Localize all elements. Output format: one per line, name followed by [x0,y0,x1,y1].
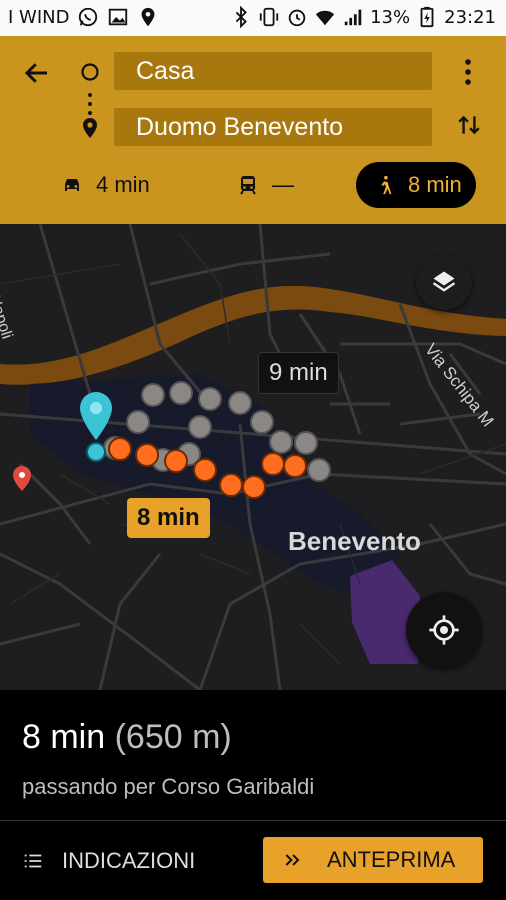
destination-input[interactable]: Duomo Benevento [114,108,432,146]
location-icon [142,7,155,27]
bluetooth-icon [235,6,247,28]
walk-icon [381,175,392,195]
route-summary: 8 min (650 m) [22,718,232,757]
image-icon [109,8,128,26]
preview-button-label: ANTEPRIMA [327,847,456,872]
mode-transit[interactable]: — [236,162,294,208]
preview-button[interactable]: ANTEPRIMA [263,837,483,883]
clock: 23:21 [444,6,496,28]
mode-driving[interactable]: 4 min [60,162,150,208]
carrier-name: I WIND [8,6,70,28]
route-duration: 8 min [22,718,106,756]
battery-icon [420,6,434,28]
restaurant-marker [13,466,31,491]
more-options-icon[interactable] [464,58,472,86]
crosshair-icon [429,615,459,645]
route-badge-alternative[interactable]: 9 min [258,352,339,394]
status-bar: I WIND 13% 23:21 [0,0,506,36]
route-distance: (650 m) [114,718,232,756]
whatsapp-icon [79,7,98,27]
route-badge-selected[interactable]: 8 min [127,498,210,538]
list-icon [24,854,42,868]
route-dots-icon [88,93,92,115]
wifi-icon [315,10,335,26]
my-location-button[interactable] [406,592,482,668]
route-summary-sheet: 8 min (650 m) passando per Corso Garibal… [0,690,506,900]
directions-header: Casa Duomo Benevento 4 min — 8 min [0,36,506,224]
car-icon [65,179,79,191]
route-via: passando per Corso Garibaldi [22,774,315,799]
divider [0,820,506,821]
destination-pin-icon [83,118,97,138]
fast-forward-icon [285,854,300,866]
map-view[interactable]: e di Napoli Via Schipa M Benevento 9 min… [0,224,506,690]
transit-icon [240,176,256,195]
layers-icon [432,271,456,292]
swap-icon[interactable] [456,112,482,138]
directions-button[interactable]: INDICAZIONI [22,838,195,884]
travel-modes: 4 min — 8 min [0,162,506,212]
origin-input[interactable]: Casa [114,52,432,90]
layers-button[interactable] [416,254,472,310]
mode-transit-time: — [272,172,294,197]
mode-walking-time: 8 min [408,172,462,197]
mode-walking[interactable]: 8 min [356,162,476,208]
mode-driving-time: 4 min [96,172,150,197]
signal-icon [344,9,362,26]
alarm-icon [288,9,306,27]
vibrate-icon [259,7,279,27]
battery-percent: 13% [370,6,411,28]
back-arrow-icon[interactable] [22,58,52,88]
directions-button-label: INDICAZIONI [62,848,196,873]
origin-circle-icon [81,63,99,81]
place-label-benevento: Benevento [288,526,421,556]
